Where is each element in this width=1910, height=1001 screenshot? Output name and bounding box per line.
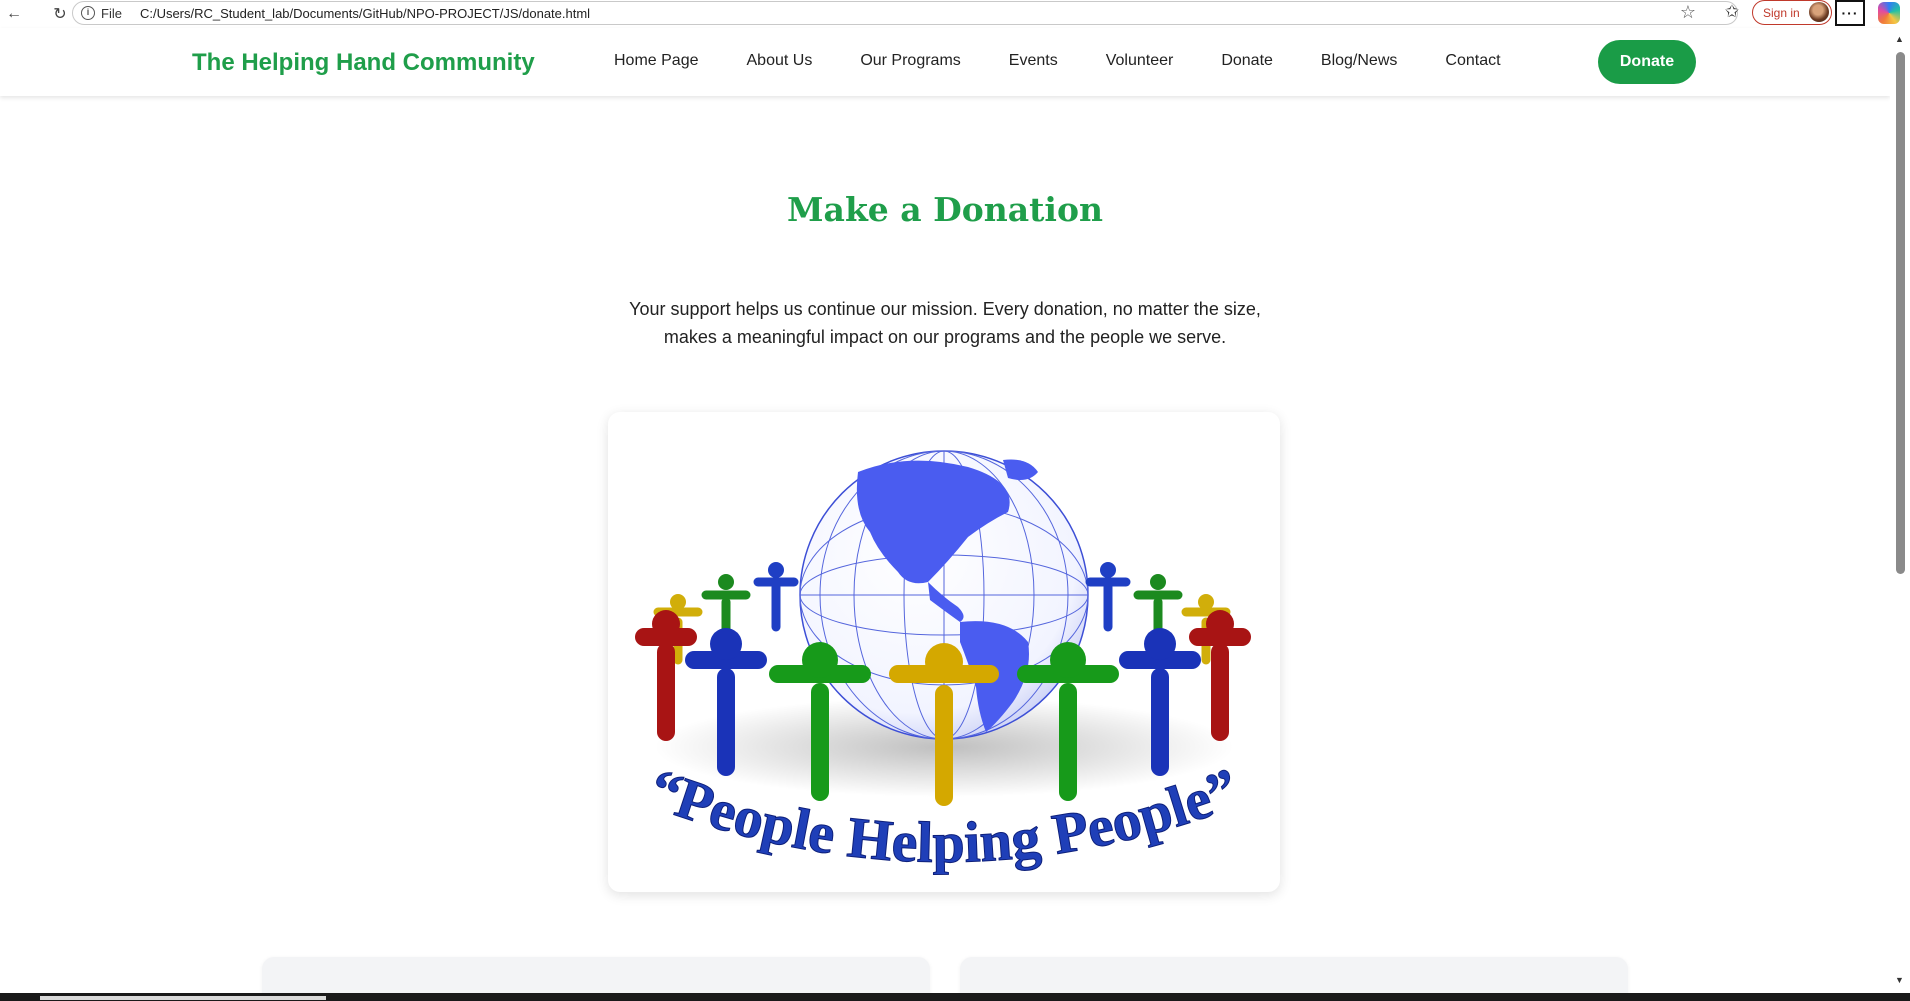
reload-icon[interactable]: ↻ bbox=[46, 2, 74, 26]
scroll-up-icon[interactable]: ▲ bbox=[1895, 34, 1904, 44]
file-scheme-label: File bbox=[101, 5, 122, 21]
nav-donate[interactable]: Donate bbox=[1221, 52, 1273, 70]
nav-programs[interactable]: Our Programs bbox=[860, 52, 960, 70]
site-logo[interactable]: The Helping Hand Community bbox=[192, 49, 535, 77]
favorites-icon[interactable]: ✩ bbox=[1720, 2, 1744, 22]
donate-button[interactable]: Donate bbox=[1598, 40, 1696, 84]
nav-contact[interactable]: Contact bbox=[1445, 52, 1500, 70]
sign-in-label: Sign in bbox=[1763, 5, 1800, 20]
nav-events[interactable]: Events bbox=[1009, 52, 1058, 70]
copilot-icon[interactable] bbox=[1878, 2, 1900, 24]
url-text[interactable]: C:/Users/RC_Student_lab/Documents/GitHub… bbox=[140, 6, 590, 21]
page-title: Make a Donation bbox=[787, 190, 1103, 229]
address-bar[interactable]: i File C:/Users/RC_Student_lab/Documents… bbox=[72, 1, 1738, 25]
site-header: The Helping Hand Community Home Page Abo… bbox=[0, 28, 1890, 96]
nav-home[interactable]: Home Page bbox=[614, 52, 699, 70]
main-nav: Home Page About Us Our Programs Events V… bbox=[614, 52, 1501, 70]
scrollbar-thumb[interactable] bbox=[1896, 52, 1905, 574]
scroll-down-icon[interactable]: ▼ bbox=[1895, 975, 1904, 985]
nav-blog[interactable]: Blog/News bbox=[1321, 52, 1397, 70]
sign-in-button[interactable]: Sign in bbox=[1752, 0, 1832, 25]
back-arrow-icon[interactable]: ← bbox=[0, 2, 28, 26]
globe-people-illustration: “People Helping People” bbox=[635, 450, 1251, 876]
avatar bbox=[1809, 2, 1829, 22]
horizontal-scrollbar[interactable] bbox=[0, 993, 1910, 1001]
intro-text: Your support helps us continue our missi… bbox=[629, 299, 1261, 347]
horizontal-scrollbar-thumb[interactable] bbox=[40, 996, 326, 1000]
nav-volunteer[interactable]: Volunteer bbox=[1106, 52, 1174, 70]
star-icon[interactable]: ☆ bbox=[1676, 2, 1700, 23]
people-helping-people-image: “People Helping People” bbox=[608, 412, 1280, 892]
info-icon[interactable]: i bbox=[81, 6, 95, 20]
vertical-scrollbar[interactable]: ▲ ▼ bbox=[1890, 28, 1910, 993]
nav-about[interactable]: About Us bbox=[747, 52, 813, 70]
browser-toolbar: ← ↻ i File C:/Users/RC_Student_lab/Docum… bbox=[0, 0, 1910, 28]
more-menu-button[interactable]: ··· bbox=[1835, 0, 1865, 26]
